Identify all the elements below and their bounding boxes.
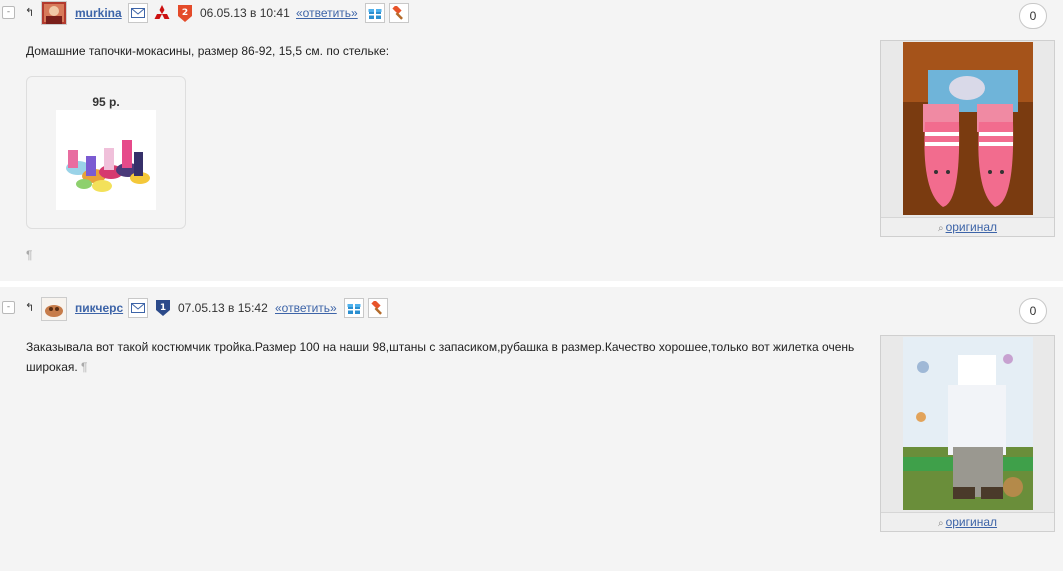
comment-text: Домашние тапочки-мокасины, размер 86-92,…: [26, 44, 390, 58]
attachment-2[interactable]: ⌕ оригинал: [880, 335, 1055, 532]
original-link-row: ⌕ оригинал: [881, 217, 1054, 236]
attachment-photo[interactable]: [902, 337, 1033, 510]
gift-icon[interactable]: [365, 3, 385, 23]
collapse-icon[interactable]: -: [2, 301, 15, 314]
comment-text-line-1: Заказывала вот такой костюмчик тройка.Ра…: [26, 340, 855, 354]
shield-badge-icon: 1: [156, 300, 170, 316]
attachment-photo[interactable]: [902, 42, 1033, 215]
rank-badge-icon: 2: [178, 5, 192, 22]
rank-badge-number: 1: [160, 303, 166, 313]
magnifier-icon: ⌕: [937, 223, 944, 234]
comment-date: 07.05.13 в 15:42: [178, 301, 268, 315]
username-link[interactable]: пикчерс: [75, 301, 123, 315]
original-link[interactable]: оригинал: [946, 515, 997, 529]
hammer-icon[interactable]: [368, 298, 388, 318]
hammer-icon[interactable]: [389, 3, 409, 23]
gift-icon[interactable]: [344, 298, 364, 318]
mitsubishi-logo-icon: [154, 5, 170, 19]
pilcrow: ¶: [81, 360, 88, 374]
rating-counter[interactable]: 0: [1019, 298, 1047, 324]
avatar[interactable]: [41, 297, 67, 321]
original-link-row: ⌕ оригинал: [881, 512, 1054, 531]
comment-1: - ↰ murkina 2 06.05.13 в 10:41 «ответить…: [0, 0, 1063, 281]
reply-up-arrow-icon[interactable]: ↰: [25, 301, 34, 314]
rating-counter[interactable]: 0: [1019, 3, 1047, 29]
comment-date: 06.05.13 в 10:41: [200, 6, 290, 20]
comment-text-line-2: широкая. ¶: [26, 357, 876, 377]
product-price: 95 р.: [92, 95, 120, 109]
mail-icon[interactable]: [128, 298, 148, 318]
mail-icon[interactable]: [128, 3, 148, 23]
comment-text-line-2-text: широкая.: [26, 360, 78, 374]
reply-link[interactable]: «ответить»: [296, 6, 358, 20]
collapse-icon[interactable]: -: [2, 6, 15, 19]
comment-text: Заказывала вот такой костюмчик тройка.Ра…: [26, 337, 876, 377]
magnifier-icon: ⌕: [937, 518, 944, 529]
original-link[interactable]: оригинал: [946, 220, 997, 234]
product-card[interactable]: 95 р.: [26, 76, 186, 229]
slippers-thumbnail[interactable]: [56, 110, 156, 210]
attachment-1[interactable]: ⌕ оригинал: [880, 40, 1055, 237]
rank-badge-number: 2: [182, 8, 188, 18]
pilcrow: ¶: [26, 248, 33, 262]
username-link[interactable]: murkina: [75, 6, 122, 20]
reply-up-arrow-icon[interactable]: ↰: [25, 6, 34, 19]
reply-link[interactable]: «ответить»: [275, 301, 337, 315]
comment-2: - ↰ пикчерс 1 07.05.13 в 15:42 «ответить…: [0, 287, 1063, 571]
avatar[interactable]: [41, 1, 67, 25]
